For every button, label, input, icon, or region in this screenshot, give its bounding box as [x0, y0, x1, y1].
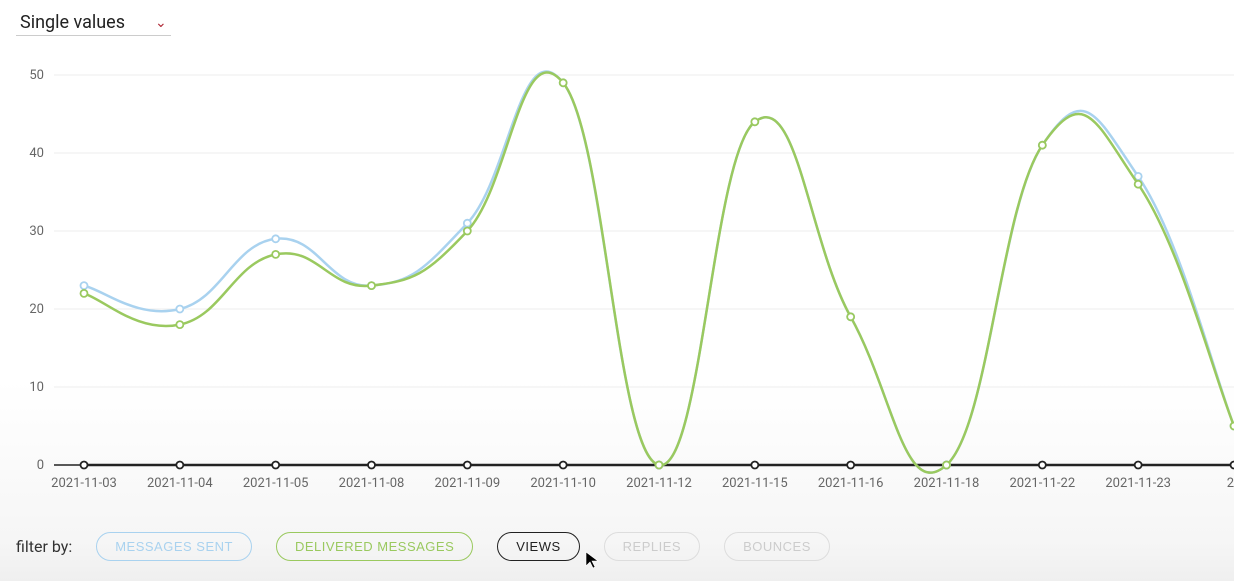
data-point[interactable] — [943, 462, 950, 469]
data-point[interactable] — [560, 462, 567, 469]
data-point[interactable] — [1135, 462, 1142, 469]
data-point[interactable] — [1039, 462, 1046, 469]
data-point[interactable] — [272, 462, 279, 469]
svg-text:2021-11-12: 2021-11-12 — [626, 476, 692, 491]
svg-text:20: 20 — [29, 302, 44, 317]
data-point[interactable] — [272, 235, 279, 242]
data-point[interactable] — [176, 462, 183, 469]
data-point[interactable] — [464, 228, 471, 235]
svg-text:50: 50 — [29, 68, 44, 83]
data-point[interactable] — [464, 462, 471, 469]
data-point[interactable] — [1231, 423, 1234, 430]
svg-text:2021-11-22: 2021-11-22 — [1010, 476, 1076, 491]
svg-text:2021-11-23: 2021-11-23 — [1105, 476, 1171, 491]
svg-text:2021-11-15: 2021-11-15 — [722, 476, 788, 491]
filter-replies[interactable]: REPLIES — [604, 532, 700, 561]
data-point[interactable] — [81, 282, 88, 289]
data-point[interactable] — [368, 462, 375, 469]
data-point[interactable] — [656, 462, 663, 469]
filter-messages-sent[interactable]: MESSAGES SENT — [96, 532, 252, 561]
data-point[interactable] — [81, 290, 88, 297]
dropdown-label: Single values — [20, 12, 125, 33]
data-point[interactable] — [464, 220, 471, 227]
data-point[interactable] — [81, 462, 88, 469]
data-point[interactable] — [1039, 142, 1046, 149]
chevron-down-icon: ⌄ — [155, 15, 167, 31]
data-point[interactable] — [368, 282, 375, 289]
filter-bounces[interactable]: BOUNCES — [724, 532, 830, 561]
data-point[interactable] — [751, 118, 758, 125]
svg-text:2021-11-09: 2021-11-09 — [435, 476, 501, 491]
data-point[interactable] — [751, 462, 758, 469]
svg-text:30: 30 — [29, 224, 44, 239]
filter-views[interactable]: VIEWS — [497, 532, 579, 561]
svg-text:2021-11-18: 2021-11-18 — [914, 476, 980, 491]
mode-dropdown[interactable]: Single values ⌄ — [16, 10, 171, 36]
data-point[interactable] — [847, 462, 854, 469]
data-point[interactable] — [560, 79, 567, 86]
svg-text:2021-11-04: 2021-11-04 — [147, 476, 213, 491]
svg-text:2021-11-03: 2021-11-03 — [51, 476, 117, 491]
svg-text:10: 10 — [29, 380, 44, 395]
data-point[interactable] — [1231, 462, 1234, 469]
svg-text:2021-11-16: 2021-11-16 — [818, 476, 884, 491]
series-delivered-messages — [84, 72, 1234, 472]
series-messages-sent — [84, 71, 1234, 472]
svg-text:2021-11-10: 2021-11-10 — [530, 476, 596, 491]
svg-text:40: 40 — [29, 146, 44, 161]
svg-text:2021-11-05: 2021-11-05 — [243, 476, 309, 491]
data-point[interactable] — [176, 306, 183, 313]
filter-label: filter by: — [16, 537, 72, 556]
filter-delivered-messages[interactable]: DELIVERED MESSAGES — [276, 532, 473, 561]
data-point[interactable] — [176, 321, 183, 328]
data-point[interactable] — [272, 251, 279, 258]
chart: 0 10 20 30 40 50 2021-11-03 2021-11-04 2021-11-0… — [14, 55, 1234, 505]
filter-bar: filter by: MESSAGES SENT DELIVERED MESSA… — [16, 532, 830, 561]
data-point[interactable] — [1135, 181, 1142, 188]
svg-text:0: 0 — [37, 458, 44, 473]
svg-text:2021-11-08: 2021-11-08 — [339, 476, 405, 491]
data-point[interactable] — [847, 313, 854, 320]
svg-text:20: 20 — [1227, 476, 1234, 491]
